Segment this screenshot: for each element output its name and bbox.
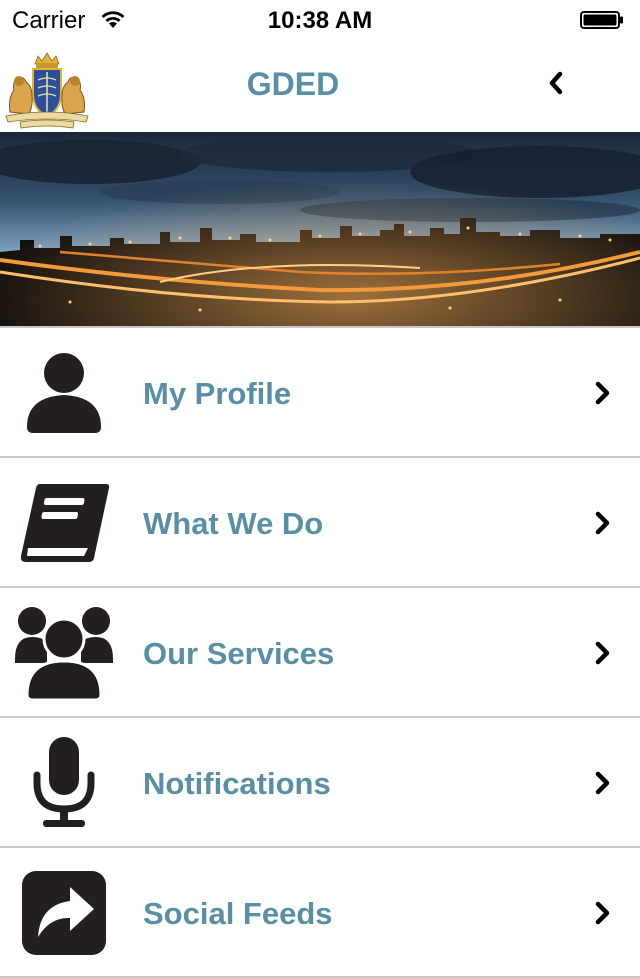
back-button[interactable] [540,66,572,100]
book-icon [14,476,114,570]
chevron-right-icon [595,641,610,665]
chevron-left-icon [549,71,563,95]
share-icon [14,866,114,960]
menu-item-what-we-do[interactable]: What We Do [0,458,640,588]
menu-item-my-profile[interactable]: My Profile [0,326,640,458]
microphone-icon [14,736,114,830]
menu-item-label: Notifications [143,766,331,801]
menu-item-label: What We Do [143,506,324,541]
chevron-right-icon [595,511,610,535]
menu-item-our-services[interactable]: Our Services [0,588,640,718]
menu-item-notifications[interactable]: Notifications [0,718,640,848]
main-menu: My Profile What We Do Our Services Notif… [0,326,640,978]
menu-item-label: Social Feeds [143,896,333,931]
status-time: 10:38 AM [267,7,373,34]
group-icon [14,606,114,701]
status-bar: Carrier 10:38 AM [0,0,640,40]
user-icon [14,346,114,440]
navigation-bar: GDED [0,40,640,132]
city-banner-image [0,132,640,326]
chevron-right-icon [595,381,610,405]
chevron-right-icon [595,771,610,795]
page-title: GDED [246,66,340,102]
menu-item-label: Our Services [143,636,335,671]
city-skyline-image [0,132,640,326]
menu-item-label: My Profile [143,376,292,411]
menu-item-social-feeds[interactable]: Social Feeds [0,848,640,978]
chevron-right-icon [595,901,610,925]
battery-icon [580,11,623,29]
